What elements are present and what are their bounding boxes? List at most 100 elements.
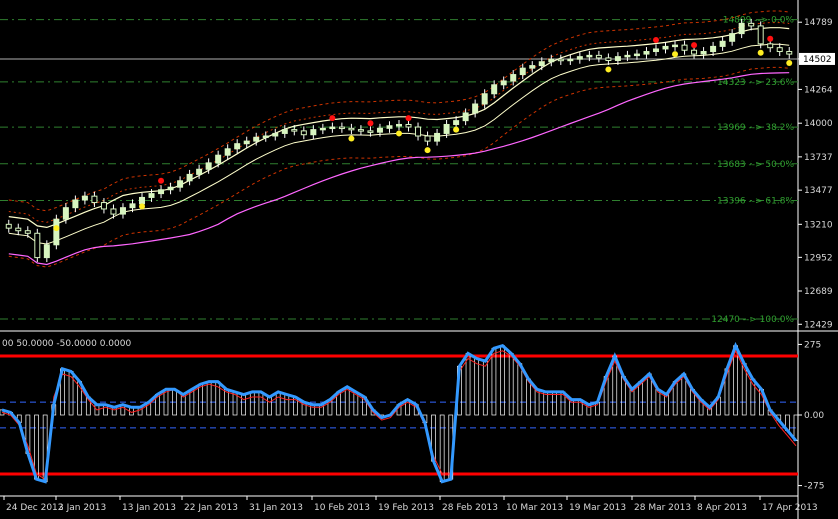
candle-body <box>434 132 441 142</box>
price-tick-label: 12429 <box>804 320 833 330</box>
candle-body <box>405 123 412 128</box>
candle-body <box>177 180 184 188</box>
candle-body <box>319 127 326 131</box>
candle-body <box>643 51 650 55</box>
candle-body <box>24 230 31 234</box>
candle-body <box>786 51 793 55</box>
x-tick-label: 28 Mar 2013 <box>634 503 691 513</box>
candle-body <box>757 25 764 45</box>
x-tick-label: 19 Mar 2013 <box>569 503 626 513</box>
candle-body <box>338 126 345 130</box>
candle-body <box>500 80 507 86</box>
candle-body <box>186 173 193 182</box>
osc-tick-label: 275 <box>804 340 821 350</box>
buy-signal-dot <box>348 135 355 142</box>
candle-body <box>472 103 479 114</box>
candle-body <box>662 45 669 50</box>
x-tick-label: 17 Apr 2013 <box>762 503 818 513</box>
current-price-tag-label: 14502 <box>803 55 832 65</box>
price-tick-label: 12689 <box>804 287 833 297</box>
candle-body <box>605 57 612 61</box>
candle-body <box>633 53 640 57</box>
candle-body <box>529 65 536 69</box>
candle-body <box>357 129 364 132</box>
candle-body <box>291 129 298 132</box>
fib-level-label: 14323 --> 23.6% <box>717 78 794 88</box>
candle-body <box>300 130 307 136</box>
candle-body <box>567 58 574 62</box>
candle-body <box>481 93 488 105</box>
background <box>0 0 838 519</box>
candle-body <box>510 74 517 82</box>
candle-body <box>34 232 41 259</box>
sell-signal-dot <box>691 42 698 49</box>
buy-signal-dot <box>396 130 402 137</box>
sell-signal-dot <box>158 177 165 184</box>
candle-body <box>624 54 631 58</box>
oscillator-header: 00 50.0000 -50.0000 0.0000 <box>2 339 131 349</box>
candle-body <box>167 186 174 191</box>
candle-body <box>776 47 783 53</box>
fib-level-label: 13969 --> 38.2% <box>717 123 794 133</box>
candle-body <box>576 56 583 60</box>
candle-body <box>700 51 707 55</box>
candle-body <box>205 162 212 170</box>
price-tick-label: 14789 <box>804 18 833 28</box>
x-tick-label: 8 Apr 2013 <box>697 503 747 513</box>
sell-signal-dot <box>329 115 336 122</box>
candle-body <box>691 49 698 55</box>
candle-body <box>5 223 12 229</box>
candle-body <box>158 189 165 195</box>
x-tick-label: 22 Jan 2013 <box>184 503 238 513</box>
candle-body <box>614 56 621 61</box>
x-tick-label: 24 Dec 2012 <box>6 503 64 513</box>
candle-body <box>62 207 69 220</box>
candle-body <box>91 195 98 204</box>
price-tick-label: 14264 <box>804 85 833 95</box>
candle-body <box>453 120 460 125</box>
candle-body <box>491 84 498 95</box>
price-tick-label: 13210 <box>804 220 833 230</box>
candle-body <box>81 195 88 201</box>
candle-body <box>519 67 526 76</box>
price-tick-label: 12952 <box>804 253 833 263</box>
candle-body <box>129 203 136 209</box>
candle-body <box>652 48 659 53</box>
candle-body <box>719 40 726 47</box>
candle-body <box>234 143 241 150</box>
candle-body <box>748 22 755 27</box>
price-tick-label: 14000 <box>804 119 833 129</box>
candle-body <box>595 54 602 59</box>
candle-body <box>243 140 250 145</box>
candle-body <box>15 227 22 232</box>
sell-signal-dot <box>405 115 412 122</box>
candle-body <box>538 61 545 67</box>
fib-level-label: 12470 --> 100.0% <box>711 315 794 325</box>
buy-signal-dot <box>605 66 612 73</box>
osc-tick-label: 0.00 <box>804 411 824 421</box>
candle-body <box>262 135 269 138</box>
candle-body <box>396 123 402 127</box>
x-tick-label: 31 Jan 2013 <box>249 503 303 513</box>
buy-signal-dot <box>757 49 764 56</box>
osc-tick-label: -275 <box>804 482 824 492</box>
candle-body <box>329 126 336 130</box>
candle-body <box>253 136 260 142</box>
candle-body <box>224 148 231 156</box>
fib-level-label: 13683 --> 50.0% <box>717 160 794 170</box>
candle-body <box>386 125 393 129</box>
buy-signal-dot <box>424 147 431 154</box>
candle-body <box>272 132 279 137</box>
price-tick-label: 13477 <box>804 186 833 196</box>
x-tick-label: 10 Mar 2013 <box>506 503 563 513</box>
candle-body <box>348 127 355 131</box>
sell-signal-dot <box>767 35 774 42</box>
candle-body <box>43 244 50 259</box>
candle-body <box>672 44 679 48</box>
buy-signal-dot <box>53 225 60 232</box>
candle-body <box>738 22 745 35</box>
buy-signal-dot <box>786 60 793 67</box>
candle-body <box>462 112 469 122</box>
buy-signal-dot <box>139 203 146 210</box>
sell-signal-dot <box>652 37 659 43</box>
